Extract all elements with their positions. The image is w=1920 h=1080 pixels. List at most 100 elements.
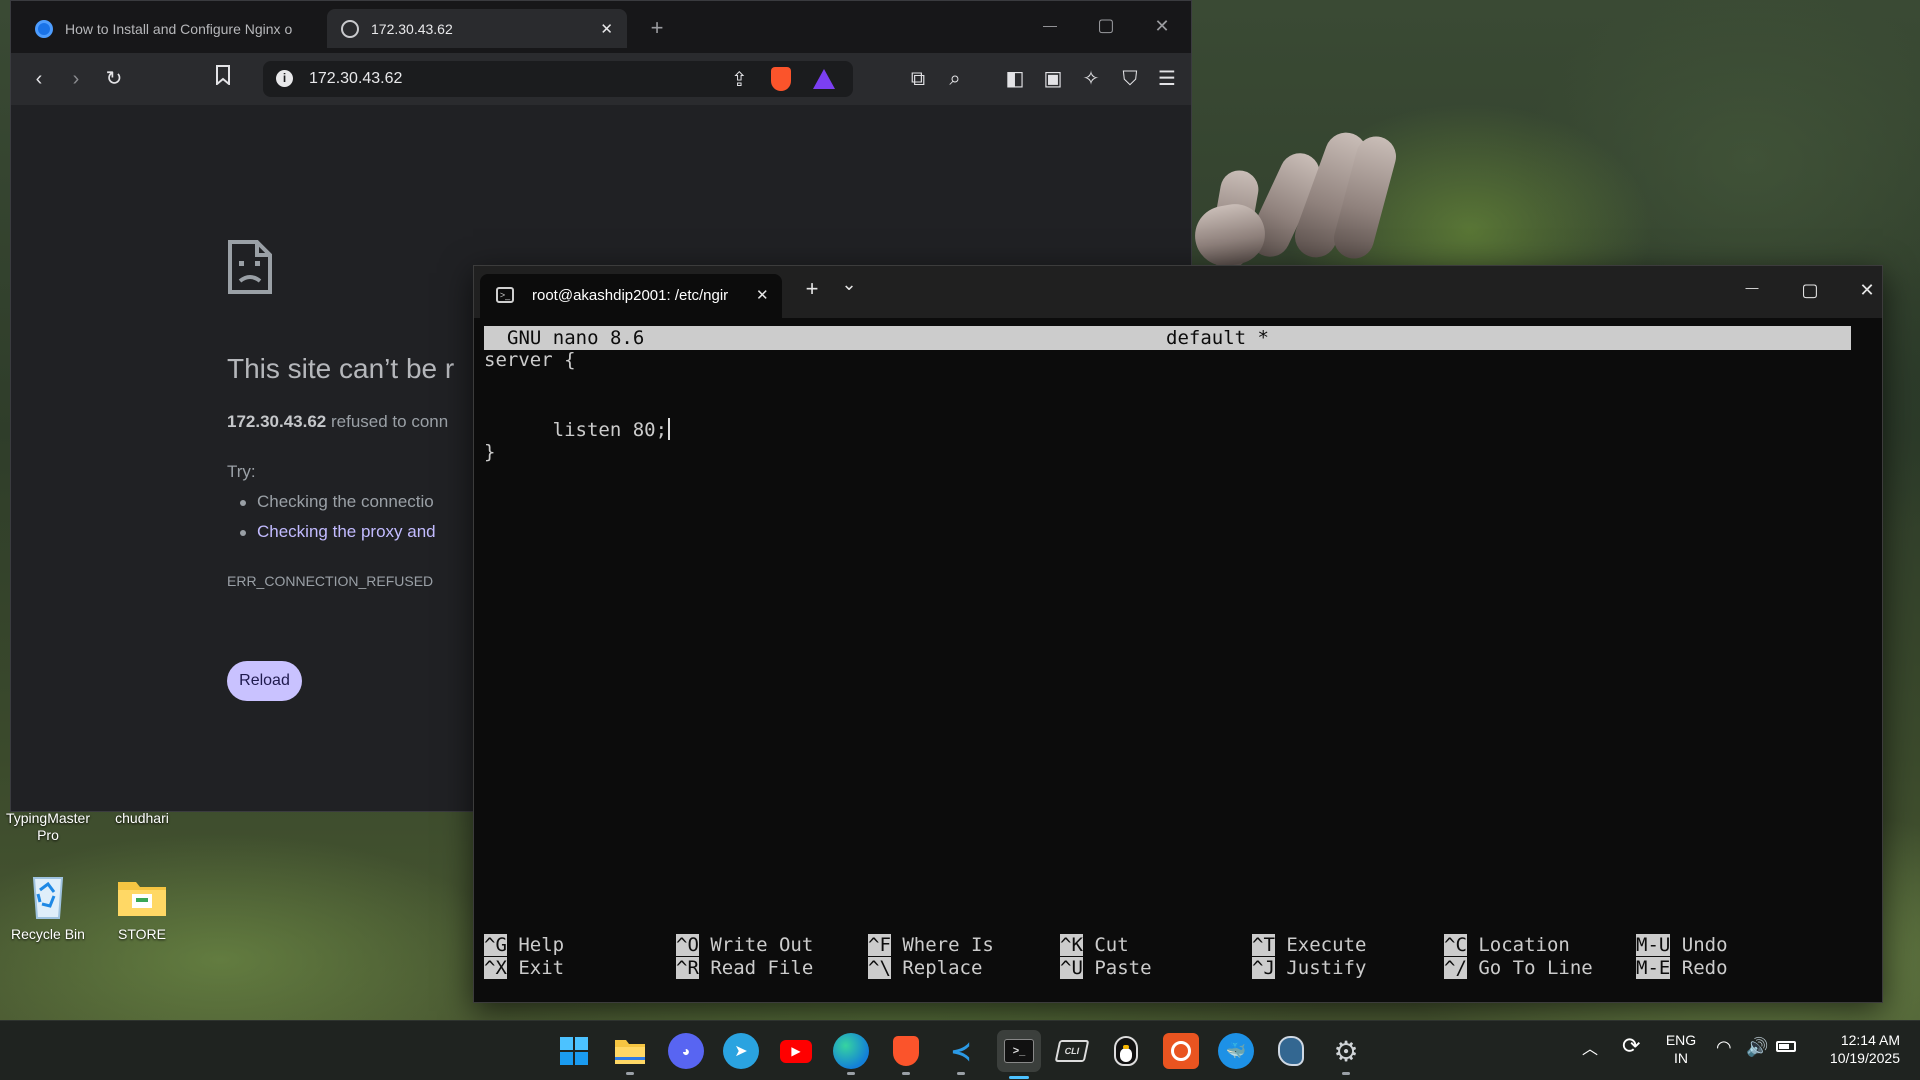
running-indicator — [902, 1072, 910, 1075]
shortcut-location: ^C Location — [1444, 934, 1570, 957]
vpn-shield-icon[interactable]: ⛉ — [1116, 65, 1144, 93]
shortcut-redo: M-E Redo — [1636, 957, 1728, 980]
penguin-icon[interactable] — [1108, 1033, 1144, 1069]
terminal-tab-label: root@akashdip2001: /etc/ngir — [532, 287, 729, 304]
browser-tab-active[interactable]: 172.30.43.62 ✕ — [327, 9, 627, 48]
terminal-tab-dropdown-icon[interactable]: ⌄ — [834, 274, 864, 295]
terminal-tab-close-icon[interactable]: ✕ — [756, 286, 769, 304]
terminal-new-tab-button[interactable]: + — [797, 276, 827, 302]
nano-editor[interactable]: GNU nano 8.6 default * server { listen 8… — [484, 326, 1864, 996]
show-hidden-icons-chevron-icon[interactable]: ︿ — [1582, 1041, 1598, 1059]
postgresql-icon[interactable] — [1273, 1033, 1309, 1069]
shortcut-help: ^G Help — [484, 934, 564, 957]
vscode-icon[interactable]: ≺ — [943, 1033, 979, 1075]
clock[interactable]: 12:14 AM 10/19/2025 — [1810, 1031, 1900, 1067]
leo-ai-icon[interactable]: ✧ — [1077, 65, 1105, 93]
suggestion-check-proxy-link[interactable]: Checking the proxy and — [240, 522, 436, 542]
terminal-close-button[interactable]: ✕ — [1852, 280, 1882, 301]
edge-icon[interactable] — [833, 1033, 869, 1075]
ubuntu-icon[interactable] — [1163, 1033, 1199, 1069]
error-host: 172.30.43.62 — [227, 412, 327, 431]
terminal-tab[interactable]: >_ root@akashdip2001: /etc/ngir ✕ — [480, 274, 782, 318]
shortcut-key: M-E — [1636, 957, 1671, 979]
error-code: ERR_CONNECTION_REFUSED — [227, 573, 434, 589]
reload-icon[interactable]: ↻ — [100, 65, 128, 93]
shortcut-key: ^G — [484, 934, 507, 956]
address-bar[interactable]: i 172.30.43.62 ⇪ — [263, 61, 853, 97]
error-message: 172.30.43.62 refused to conn — [227, 412, 448, 432]
browser-maximize-button[interactable]: ▢ — [1091, 15, 1121, 36]
running-indicator — [1342, 1072, 1350, 1075]
shortcut-key: ^C — [1444, 934, 1467, 956]
file-explorer-icon[interactable] — [612, 1033, 648, 1075]
shortcut-exit: ^X Exit — [484, 957, 564, 980]
page-search-icon[interactable]: ⌕ — [941, 65, 969, 93]
shortcut-key: ^U — [1060, 957, 1083, 979]
shortcut-key: ^R — [676, 957, 699, 979]
shortcut-key: ^J — [1252, 957, 1275, 979]
brave-shields-icon[interactable] — [771, 67, 791, 91]
battery-icon[interactable] — [1776, 1041, 1796, 1052]
sidebar-icon[interactable]: ◧ — [1001, 65, 1029, 93]
shortcut-label: Location — [1478, 934, 1570, 956]
wifi-icon[interactable]: ◠ — [1716, 1038, 1732, 1056]
browser-close-button[interactable]: ✕ — [1147, 16, 1177, 37]
desktop-icon-typingmaster[interactable]: TypingMaster Pro — [0, 810, 96, 844]
desktop-icon-recycle-bin[interactable]: Recycle Bin — [0, 868, 96, 943]
share-icon[interactable]: ⇪ — [731, 67, 748, 92]
desktop-icon-store[interactable]: STORE — [94, 868, 190, 943]
desktop-icon-chudhari[interactable]: chudhari — [94, 810, 190, 827]
nano-header-bar: GNU nano 8.6 default * — [484, 326, 1851, 350]
extensions-icon[interactable]: ⧉ — [904, 65, 932, 93]
language-indicator[interactable]: ENG IN — [1660, 1031, 1702, 1067]
tab-close-icon[interactable]: ✕ — [600, 20, 613, 38]
telegram-icon[interactable]: ➤ — [723, 1033, 759, 1069]
shortcut-label: Execute — [1286, 934, 1367, 956]
site-info-icon[interactable]: i — [276, 70, 293, 87]
forward-icon[interactable]: › — [62, 65, 90, 93]
menu-icon[interactable]: ☰ — [1153, 65, 1181, 93]
brave-icon[interactable] — [888, 1033, 924, 1075]
shortcut-key: ^\ — [868, 957, 891, 979]
code-line: } — [484, 441, 496, 463]
shortcut-label: Read File — [710, 957, 814, 979]
digitalocean-favicon-icon — [35, 19, 53, 38]
bookmark-icon[interactable] — [209, 65, 237, 93]
shortcut-label: Replace — [902, 957, 983, 979]
discord-icon[interactable]: ◕ — [668, 1033, 704, 1069]
active-indicator — [1009, 1076, 1029, 1079]
terminal-taskbar-icon[interactable]: >_ — [997, 1030, 1041, 1079]
terminal-window: >_ root@akashdip2001: /etc/ngir ✕ + ⌄ — … — [473, 265, 1883, 1003]
volume-icon[interactable]: 🔊 — [1746, 1038, 1768, 1056]
shortcut-key: ^F — [868, 934, 891, 956]
shortcut-label: Write Out — [710, 934, 814, 956]
terminal-minimize-button[interactable]: — — [1737, 280, 1767, 295]
browser-minimize-button[interactable]: — — [1035, 17, 1065, 33]
wallet-icon[interactable]: ▣ — [1039, 65, 1067, 93]
address-url[interactable]: 172.30.43.62 — [309, 70, 402, 88]
shortcut-key: M-U — [1636, 934, 1671, 956]
shortcut-label: Go To Line — [1478, 957, 1593, 979]
wsl-cli-icon[interactable]: CLI — [1054, 1033, 1090, 1069]
back-icon[interactable]: ‹ — [25, 65, 53, 93]
terminal-maximize-button[interactable]: ▢ — [1795, 280, 1825, 301]
shortcut-label: Exit — [518, 957, 565, 979]
desktop-icon-label: TypingMaster Pro — [5, 810, 91, 843]
taskbar: ◕ ➤ ▶ ≺ >_ CLI 🐳 ⚙ ︿ ⟳ ENG IN ◠ 🔊 12:14 … — [0, 1020, 1920, 1080]
shortcut-label: Help — [518, 934, 565, 956]
new-tab-button[interactable]: + — [642, 15, 672, 41]
browser-tab-nginx-article[interactable]: How to Install and Configure Nginx o — [21, 9, 321, 48]
shortcut-label: Redo — [1681, 957, 1728, 979]
start-button[interactable] — [556, 1033, 592, 1069]
settings-icon[interactable]: ⚙ — [1328, 1033, 1364, 1075]
wallpaper-antler — [1190, 199, 1270, 271]
sync-icon[interactable]: ⟳ — [1622, 1035, 1640, 1057]
globe-icon — [341, 19, 359, 38]
try-label: Try: — [227, 462, 256, 481]
brave-rewards-icon[interactable] — [813, 69, 835, 89]
youtube-icon[interactable]: ▶ — [778, 1033, 814, 1069]
shortcut-label: Cut — [1094, 934, 1129, 956]
language-code: ENG — [1665, 1032, 1697, 1048]
reload-button[interactable]: Reload — [227, 661, 302, 701]
docker-icon[interactable]: 🐳 — [1218, 1033, 1254, 1069]
